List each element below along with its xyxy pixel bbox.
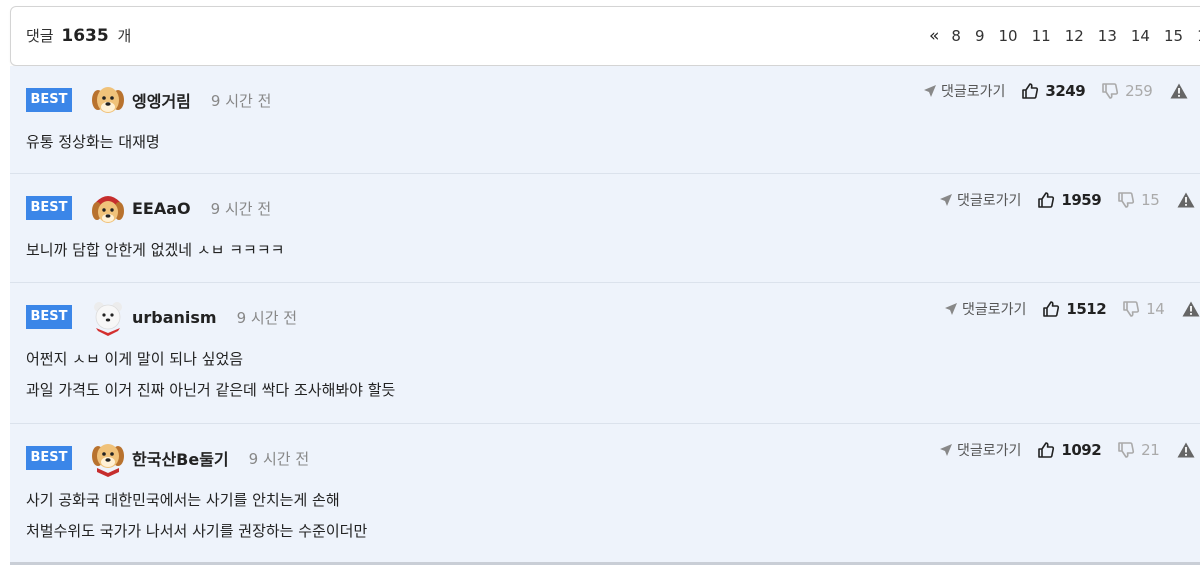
like-button[interactable]: 1092 (1037, 441, 1102, 459)
goto-reply-button[interactable]: 댓글로가기 (939, 440, 1021, 460)
goto-reply-label: 댓글로가기 (962, 302, 1027, 318)
dislike-count: 14 (1146, 300, 1165, 318)
thumbs-up-icon (1038, 442, 1055, 458)
comment-body: 유통 정상화는 대재명 (26, 130, 160, 161)
thumbs-down-icon (1102, 83, 1119, 99)
report-button[interactable] (1177, 442, 1195, 458)
comment-nickname[interactable]: 한국산Be둘기 (132, 446, 229, 470)
comment-count-label: 댓글 (26, 27, 54, 45)
prev-pages-icon[interactable]: « (929, 27, 939, 45)
comment-text-line: 처벌수위도 국가가 나서서 사기를 권장하는 수준이더만 (26, 522, 368, 540)
navigation-arrow-icon (940, 194, 952, 206)
comment-time: 9 시간 전 (210, 199, 272, 218)
comment-item: BEST 한국산Be둘기 9 시간 전 사기 공화국 대한민국에서는 사기를 안… (10, 424, 1200, 565)
report-button[interactable] (1177, 192, 1195, 208)
best-badge: BEST (26, 446, 72, 470)
dog-avatar-icon[interactable] (88, 80, 128, 120)
like-count: 1092 (1061, 441, 1102, 459)
comment-actions: 댓글로가기 1959 15 (939, 190, 1195, 210)
like-count: 1512 (1066, 300, 1107, 318)
warning-triangle-icon (1177, 442, 1195, 458)
comment-body: 보니까 담합 안한게 없겠네 ㅅㅂ ㅋㅋㅋㅋ (26, 238, 284, 269)
goto-reply-button[interactable]: 댓글로가기 (939, 190, 1021, 210)
page-link-8[interactable]: 8 (951, 27, 961, 45)
comments-header: 댓글 1635 개 « 8 9 10 11 12 13 14 15 16 17 (10, 6, 1200, 66)
warning-triangle-icon (1182, 301, 1200, 317)
dislike-button[interactable]: 15 (1117, 191, 1160, 209)
comment-time: 9 시간 전 (210, 91, 272, 110)
comment-count-unit: 개 (117, 27, 132, 45)
warning-triangle-icon (1170, 83, 1188, 99)
thumbs-down-icon (1118, 442, 1135, 458)
best-badge: BEST (26, 196, 72, 220)
comment-meta: BEST 한국산Be둘기 9 시간 전 (26, 438, 309, 478)
comment-text-line: 보니까 담합 안한게 없겠네 ㅅㅂ ㅋㅋㅋㅋ (26, 241, 285, 259)
comment-text-line: 사기 공화국 대한민국에서는 사기를 안치는게 손해 (26, 491, 340, 509)
comment-body: 사기 공화국 대한민국에서는 사기를 안치는게 손해 처벌수위도 국가가 나서서… (26, 488, 367, 550)
page-link-10[interactable]: 10 (999, 27, 1018, 45)
navigation-arrow-icon (945, 303, 957, 315)
comment-actions: 댓글로가기 3249 259 (923, 81, 1188, 101)
dog-avatar-icon[interactable] (88, 438, 128, 478)
comment-nickname[interactable]: 엥엥거림 (132, 88, 191, 112)
comment-item: BEST urbanism 9 시간 전 어쩐지 ㅅㅂ 이게 말이 되나 싶었음… (10, 283, 1200, 424)
like-button[interactable]: 3249 (1021, 82, 1086, 100)
dislike-count: 15 (1141, 191, 1160, 209)
navigation-arrow-icon (940, 444, 952, 456)
like-button[interactable]: 1959 (1037, 191, 1102, 209)
comment-text-line: 어쩐지 ㅅㅂ 이게 말이 되나 싶었음 (26, 350, 244, 368)
comment-meta: BEST urbanism 9 시간 전 (26, 297, 297, 337)
goto-reply-label: 댓글로가기 (957, 193, 1022, 209)
page-link-13[interactable]: 13 (1098, 27, 1117, 45)
goto-reply-label: 댓글로가기 (941, 84, 1006, 100)
navigation-arrow-icon (924, 85, 936, 97)
thumbs-up-icon (1038, 192, 1055, 208)
thumbs-down-icon (1123, 301, 1140, 317)
dislike-button[interactable]: 14 (1122, 300, 1165, 318)
comment-body: 어쩐지 ㅅㅂ 이게 말이 되나 싶었음 과일 가격도 이거 진짜 아닌거 같은데… (26, 347, 395, 409)
goto-reply-button[interactable]: 댓글로가기 (944, 299, 1026, 319)
dog-avatar-icon[interactable] (88, 188, 128, 228)
goto-reply-button[interactable]: 댓글로가기 (923, 81, 1005, 101)
comment-time: 9 시간 전 (248, 449, 310, 468)
page-link-11[interactable]: 11 (1032, 27, 1051, 45)
pagination: « 8 9 10 11 12 13 14 15 16 17 (929, 27, 1200, 45)
comment-nickname[interactable]: urbanism (132, 308, 217, 327)
comment-count: 댓글 1635 개 (26, 25, 131, 46)
comment-meta: BEST 엥엥거림 9 시간 전 (26, 80, 271, 120)
page-link-15[interactable]: 15 (1164, 27, 1183, 45)
comment-meta: BEST EEAaO 9 시간 전 (26, 188, 271, 228)
comments-section: 댓글 1635 개 « 8 9 10 11 12 13 14 15 16 17 … (0, 0, 1200, 580)
best-badge: BEST (26, 88, 72, 112)
dislike-count: 259 (1125, 82, 1153, 100)
comment-actions: 댓글로가기 1512 14 (944, 299, 1200, 319)
warning-triangle-icon (1177, 192, 1195, 208)
report-button[interactable] (1182, 301, 1200, 317)
thumbs-down-icon (1118, 192, 1135, 208)
page-link-12[interactable]: 12 (1065, 27, 1084, 45)
comment-item: BEST 엥엥거림 9 시간 전 유통 정상화는 대재명 댓글로가기 3249 … (10, 66, 1200, 174)
comment-item: BEST EEAaO 9 시간 전 보니까 담합 안한게 없겠네 ㅅㅂ ㅋㅋㅋㅋ… (10, 174, 1200, 283)
comment-time: 9 시간 전 (236, 308, 298, 327)
best-badge: BEST (26, 305, 72, 329)
goto-reply-label: 댓글로가기 (957, 443, 1022, 459)
page-link-9[interactable]: 9 (975, 27, 985, 45)
page-link-14[interactable]: 14 (1131, 27, 1150, 45)
thumbs-up-icon (1043, 301, 1060, 317)
dislike-count: 21 (1141, 441, 1160, 459)
comment-text-line: 유통 정상화는 대재명 (26, 133, 160, 151)
dog-avatar-icon[interactable] (88, 297, 128, 337)
thumbs-up-icon (1022, 83, 1039, 99)
comment-text-line: 과일 가격도 이거 진짜 아닌거 같은데 싹다 조사해봐야 할듯 (26, 381, 396, 399)
dislike-button[interactable]: 21 (1117, 441, 1160, 459)
best-comments-list: BEST 엥엥거림 9 시간 전 유통 정상화는 대재명 댓글로가기 3249 … (10, 66, 1200, 565)
comment-actions: 댓글로가기 1092 21 (939, 440, 1195, 460)
comment-count-value: 1635 (61, 26, 109, 46)
like-button[interactable]: 1512 (1042, 300, 1107, 318)
report-button[interactable] (1170, 83, 1188, 99)
like-count: 1959 (1061, 191, 1102, 209)
comment-nickname[interactable]: EEAaO (132, 199, 191, 218)
like-count: 3249 (1045, 82, 1086, 100)
dislike-button[interactable]: 259 (1101, 82, 1153, 100)
